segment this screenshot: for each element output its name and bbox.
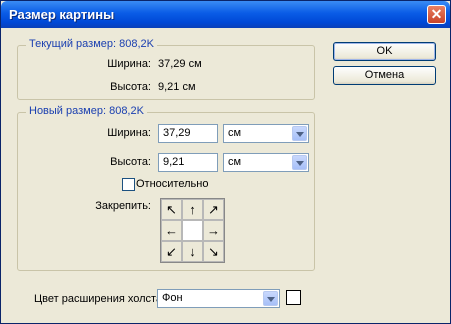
- anchor-grid: ↖ ↑ ↗ ← → ↙ ↓ ↘: [160, 198, 225, 263]
- relative-checkbox[interactable]: [122, 178, 135, 191]
- new-size-legend: Новый размер: 808,2K: [26, 105, 147, 117]
- current-width-label: Ширина:: [107, 58, 151, 70]
- anchor-cell-center[interactable]: [182, 220, 203, 241]
- width-unit-value: см: [228, 127, 242, 139]
- anchor-cell-right[interactable]: →: [203, 220, 224, 241]
- current-height-label: Высота:: [110, 81, 151, 93]
- anchor-cell-bottom-left[interactable]: ↙: [161, 241, 182, 262]
- chevron-down-icon[interactable]: [263, 291, 278, 306]
- extension-color-select[interactable]: Фон: [157, 289, 280, 308]
- width-input[interactable]: 37,29: [158, 124, 218, 143]
- dialog-body: Текущий размер: 808,2K Ширина: 37,29 см …: [1, 28, 450, 323]
- chevron-down-icon[interactable]: [292, 155, 307, 170]
- anchor-label: Закрепить:: [95, 200, 151, 212]
- extension-color-label: Цвет расширения холста:: [34, 293, 166, 305]
- anchor-cell-top[interactable]: ↑: [182, 199, 203, 220]
- title-bar[interactable]: Размер картины ✕: [1, 1, 450, 28]
- dialog-window: Размер картины ✕ Текущий размер: 808,2K …: [0, 0, 451, 324]
- anchor-cell-top-right[interactable]: ↗: [203, 199, 224, 220]
- new-width-label: Ширина:: [107, 127, 151, 139]
- anchor-cell-left[interactable]: ←: [161, 220, 182, 241]
- width-unit-select[interactable]: см: [223, 124, 309, 143]
- current-height-value: 9,21 см: [158, 81, 196, 93]
- anchor-cell-bottom-right[interactable]: ↘: [203, 241, 224, 262]
- close-icon[interactable]: ✕: [427, 5, 446, 24]
- cancel-button[interactable]: Отмена: [333, 66, 436, 85]
- extension-color-value: Фон: [162, 292, 183, 304]
- anchor-cell-top-left[interactable]: ↖: [161, 199, 182, 220]
- anchor-cell-bottom[interactable]: ↓: [182, 241, 203, 262]
- current-width-value: 37,29 см: [158, 58, 202, 70]
- height-input[interactable]: 9,21: [158, 153, 218, 172]
- new-height-label: Высота:: [110, 156, 151, 168]
- relative-label: Относительно: [136, 178, 209, 190]
- ok-button[interactable]: OK: [333, 42, 436, 61]
- current-size-legend: Текущий размер: 808,2K: [26, 38, 157, 50]
- height-unit-select[interactable]: см: [223, 153, 309, 172]
- extension-color-swatch[interactable]: [286, 290, 301, 305]
- chevron-down-icon[interactable]: [292, 126, 307, 141]
- dialog-title: Размер картины: [9, 7, 115, 22]
- height-unit-value: см: [228, 156, 242, 168]
